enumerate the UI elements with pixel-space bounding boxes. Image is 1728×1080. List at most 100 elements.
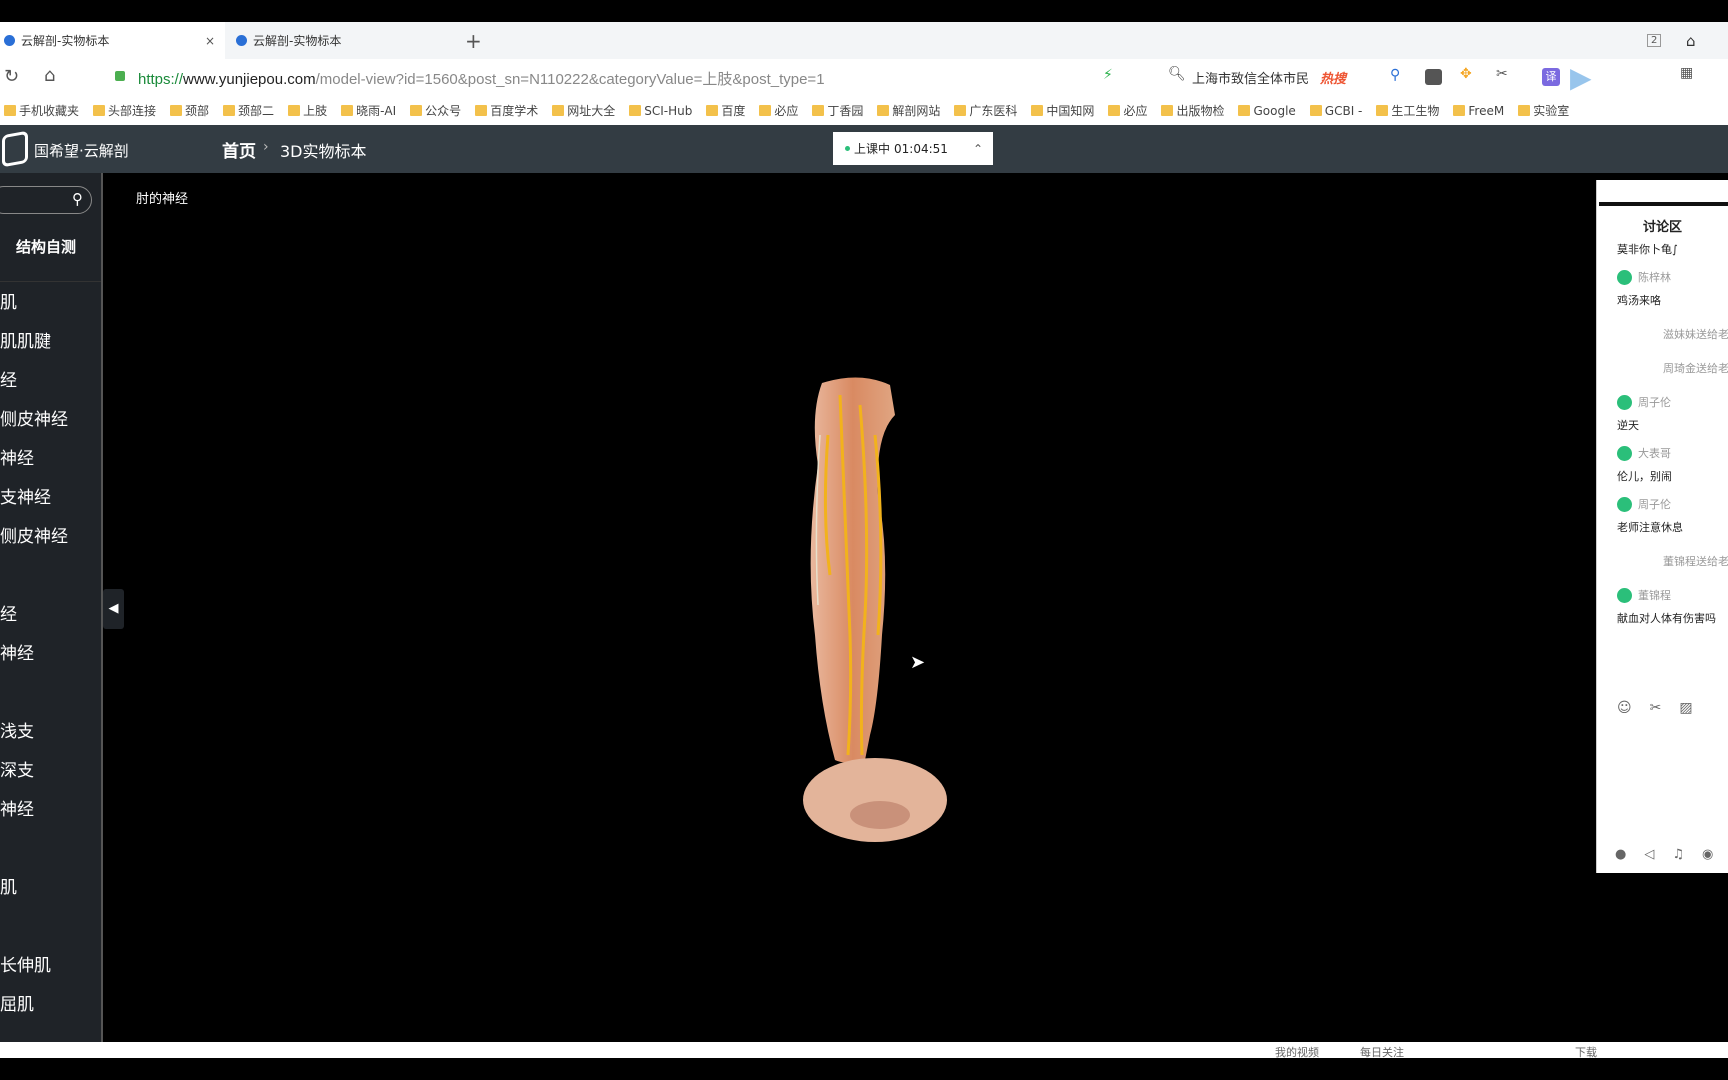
bookmark-item[interactable]: 实验室 (1518, 102, 1569, 119)
site-favicon-icon (236, 35, 247, 46)
chevron-up-icon[interactable]: ⌃ (973, 142, 983, 156)
search-icon[interactable]: 🔍︎ (1168, 66, 1186, 82)
sidebar-item[interactable]: 肌肌腱 (0, 327, 51, 352)
search-input[interactable]: ⚲ (0, 186, 92, 214)
url-field[interactable]: https://www.yunjiepou.com/model-view?id=… (138, 68, 825, 89)
skin-icon[interactable]: ⌂ (1686, 22, 1696, 59)
breadcrumb-home[interactable]: 首页 (222, 137, 256, 162)
chat-message-text: 老师注意休息 (1617, 521, 1683, 534)
bookmark-item[interactable]: 手机收藏夹 (4, 102, 79, 119)
bookmark-item[interactable]: 百度 (706, 102, 745, 119)
translate-icon[interactable]: 译 (1542, 68, 1560, 86)
scissors-icon[interactable]: ✂ (1496, 66, 1508, 82)
hot-search-label[interactable]: 热搜 (1320, 68, 1346, 87)
bookmark-item[interactable]: 头部连接 (93, 102, 156, 119)
bookmark-icon (954, 105, 967, 116)
bookmark-icon (552, 105, 565, 116)
bookmark-icon (629, 105, 642, 116)
bookmarks-bar: 手机收藏夹 头部连接 颈部 颈部二 上肢 晓雨-AI 公众号 百度学术 网址大全 SCI-Hub 百… (0, 96, 1728, 125)
sidebar-item[interactable]: 侧皮神经 (0, 405, 68, 430)
bookmark-item[interactable]: 出版物检 (1161, 102, 1224, 119)
bookmark-icon (475, 105, 488, 116)
bookmark-item[interactable]: 丁香园 (812, 102, 863, 119)
gift-text: 滋妹妹送给老 (1663, 328, 1728, 341)
status-download[interactable]: 下载 (1575, 1044, 1597, 1058)
sidebar-item[interactable]: 神经 (0, 444, 34, 469)
chat-message: 董锦程 献血对人体有伤害吗 (1597, 587, 1728, 626)
bookmark-item[interactable]: 公众号 (410, 102, 461, 119)
sidebar-item[interactable]: 长伸肌 (0, 951, 51, 976)
sidebar-item[interactable]: 经 (0, 366, 17, 391)
bookmark-item[interactable]: Google (1238, 104, 1296, 118)
chat-message-text: 逆天 (1617, 419, 1639, 432)
bookmark-icon (1238, 105, 1251, 116)
bookmark-item[interactable]: 上肢 (288, 102, 327, 119)
sidebar-item[interactable]: 深支 (0, 756, 34, 781)
lightning-icon[interactable]: ⚡ (1103, 67, 1113, 83)
bookmark-item[interactable]: 晓雨-AI (341, 102, 396, 119)
plugin-icon[interactable]: ✥ (1460, 66, 1472, 82)
chat-message: 周子伦 老师注意休息 (1597, 496, 1728, 535)
bookmark-item[interactable]: GCBI - (1309, 104, 1362, 118)
grid-icon[interactable]: ▦ (1680, 65, 1693, 81)
bookmark-item[interactable]: 解剖网站 (877, 102, 940, 119)
speaker-icon[interactable]: ◁ (1644, 847, 1654, 862)
bookmark-icon (706, 105, 719, 116)
chat-message: 周子伦逆天 (1597, 394, 1728, 433)
bookmark-item[interactable]: 必应 (759, 102, 798, 119)
bookmark-item[interactable]: 广东医科 (954, 102, 1017, 119)
emoji-icon[interactable]: ☺ (1617, 700, 1632, 716)
extension-icon[interactable] (1425, 69, 1442, 85)
bookmark-icon (4, 105, 16, 116)
bookmark-item[interactable]: 网址大全 (552, 102, 615, 119)
home-icon[interactable]: ⌂ (44, 65, 55, 86)
bookmark-item[interactable]: FreeM (1453, 104, 1504, 118)
reload-icon[interactable]: ↻ (4, 66, 19, 87)
tab-close-icon[interactable]: × (205, 34, 215, 48)
bookmark-item[interactable]: SCI-Hub (629, 104, 692, 118)
tab-2[interactable]: 云解剖-实物标本 (236, 22, 454, 59)
sidebar-item[interactable]: 经 (0, 600, 17, 625)
music-icon[interactable]: ♫ (1672, 847, 1684, 862)
chat-message-text: 伦儿，别闹 (1617, 470, 1672, 483)
search-hint[interactable]: 上海市致信全体市民 (1192, 68, 1309, 87)
bookmark-item[interactable]: 颈部 (170, 102, 209, 119)
bookmark-item[interactable]: 中国知网 (1031, 102, 1094, 119)
bookmark-item[interactable]: 必应 (1108, 102, 1147, 119)
bookmark-item[interactable]: 生工生物 (1376, 102, 1439, 119)
chat-username: 大表哥 (1638, 447, 1671, 460)
bookmark-item[interactable]: 百度学术 (475, 102, 538, 119)
collapse-sidebar-button[interactable]: ◀ (103, 589, 124, 629)
sidebar-item[interactable]: 肌 (0, 288, 17, 313)
sidebar-item[interactable]: 侧皮神经 (0, 522, 68, 547)
search-icon[interactable]: ⚲ (72, 190, 83, 208)
wechat-avatar-icon (1617, 394, 1632, 410)
location-icon[interactable]: ◉ (1702, 847, 1713, 862)
bookmark-item[interactable]: 颈部二 (223, 102, 274, 119)
mouse-cursor-icon: ➤ (910, 652, 926, 673)
session-widget[interactable]: 上课中 01:04:51 ⌃ (833, 132, 993, 165)
sidebar-item[interactable]: 神经 (0, 639, 34, 664)
chat-username: 周子伦 (1638, 396, 1671, 409)
toolbar-search-icon[interactable]: ⚲ (1390, 67, 1400, 83)
sidebar-item[interactable]: 肌 (0, 873, 17, 898)
sidebar-item[interactable]: 支神经 (0, 483, 51, 508)
image-icon[interactable]: ▨ (1679, 700, 1692, 716)
sidebar-item[interactable]: 屈肌 (0, 990, 34, 1015)
chat-message-text: 献血对人体有伤害吗 (1617, 612, 1716, 625)
forearm-specimen-3d-model[interactable] (790, 375, 960, 850)
live-dot-icon (845, 146, 850, 151)
scissors-icon[interactable]: ✂ (1650, 700, 1662, 716)
chat-message: 陈梓林 鸡汤来咯 (1597, 269, 1728, 308)
tab-count[interactable]: 2 (1647, 34, 1662, 47)
bookmark-icon (1309, 105, 1322, 116)
sidebar-item[interactable]: 浅支 (0, 717, 34, 742)
self-test-button[interactable]: 结构自测 (16, 236, 76, 257)
tab-1[interactable]: 云解剖-实物标本 × (0, 22, 225, 59)
sidebar-item[interactable]: 神经 (0, 795, 34, 820)
microphone-icon[interactable]: ● (1615, 847, 1626, 862)
logo-text: 国希望·云解剖 (34, 142, 129, 160)
new-tab-button[interactable]: + (465, 22, 482, 59)
status-my-videos[interactable]: 我的视频 (1275, 1044, 1319, 1058)
status-daily-focus[interactable]: 每日关注 (1360, 1044, 1404, 1058)
